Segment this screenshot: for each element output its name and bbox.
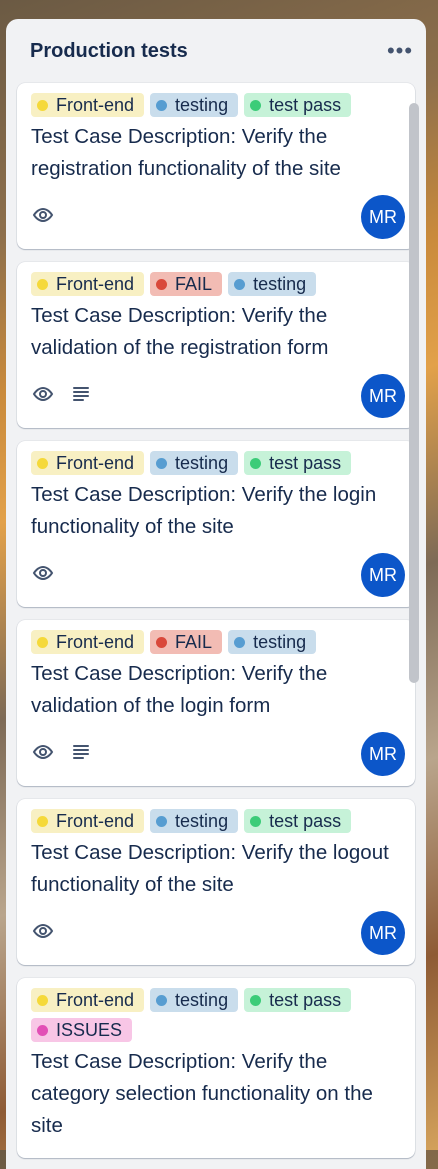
list-scrollbar[interactable]	[409, 103, 419, 683]
label-front-end[interactable]: Front-end	[31, 451, 145, 475]
label-text: testing	[175, 810, 229, 831]
label-color-dot	[156, 636, 168, 648]
label-testing[interactable]: testing	[150, 988, 239, 1012]
label-test-pass[interactable]: test pass	[244, 451, 352, 475]
list-header: Production tests •••	[6, 19, 426, 83]
label-text: test pass	[269, 810, 342, 831]
label-color-dot	[37, 994, 48, 1006]
card-labels: Front-end testing test pass	[31, 93, 403, 117]
label-testing[interactable]: testing	[228, 630, 317, 654]
label-color-dot	[250, 457, 262, 469]
card-badges	[31, 919, 55, 943]
label-text: Front-end	[56, 94, 135, 115]
label-color-dot	[37, 99, 48, 111]
list-title[interactable]: Production tests	[30, 40, 188, 63]
list-actions-button[interactable]: •••	[384, 35, 416, 67]
label-text: FAIL	[175, 273, 213, 294]
description-icon	[69, 740, 93, 764]
label-text: FAIL	[175, 631, 213, 652]
label-color-dot	[156, 994, 168, 1006]
label-color-dot	[156, 815, 168, 827]
card-labels: Front-end FAIL testing	[31, 630, 403, 654]
card-badges	[31, 382, 93, 406]
label-color-dot	[156, 278, 168, 290]
label-testing[interactable]: testing	[228, 272, 317, 296]
card-title[interactable]: Test Case Description: Verify the valida…	[31, 300, 399, 364]
label-fail[interactable]: FAIL	[150, 630, 223, 654]
label-front-end[interactable]: Front-end	[31, 272, 145, 296]
label-text: test pass	[269, 452, 342, 473]
member-avatar[interactable]: MR	[361, 374, 405, 418]
label-color-dot	[156, 457, 168, 469]
label-front-end[interactable]: Front-end	[31, 988, 145, 1012]
watching-eye-icon	[31, 203, 55, 227]
member-avatar[interactable]: MR	[361, 553, 405, 597]
label-front-end[interactable]: Front-end	[31, 809, 145, 833]
label-text: Front-end	[56, 273, 135, 294]
watching-eye-icon	[31, 382, 55, 406]
card[interactable]: Front-end FAIL testing Test Case Descriptio…	[17, 620, 415, 786]
label-test-pass[interactable]: test pass	[244, 988, 352, 1012]
label-text: testing	[175, 94, 229, 115]
label-test-pass[interactable]: test pass	[244, 93, 352, 117]
label-text: Front-end	[56, 452, 135, 473]
card[interactable]: Front-end testing test pass Test Case Descr…	[17, 441, 415, 607]
label-text: testing	[253, 631, 307, 652]
card-badges	[31, 203, 55, 227]
label-text: testing	[175, 989, 229, 1010]
card[interactable]: Front-end testing test pass ISSUES Test Case…	[17, 978, 415, 1158]
label-testing[interactable]: testing	[150, 451, 239, 475]
label-text: testing	[175, 452, 229, 473]
label-text: Front-end	[56, 810, 135, 831]
description-icon	[69, 382, 93, 406]
label-color-dot	[250, 815, 262, 827]
label-color-dot	[250, 994, 262, 1006]
label-color-dot	[234, 278, 246, 290]
label-test-pass[interactable]: test pass	[244, 809, 352, 833]
member-avatar[interactable]: MR	[361, 732, 405, 776]
watching-eye-icon	[31, 561, 55, 585]
label-text: test pass	[269, 94, 342, 115]
member-avatar[interactable]: MR	[361, 911, 405, 955]
label-color-dot	[37, 457, 48, 469]
label-color-dot	[156, 99, 168, 111]
card[interactable]: Front-end testing test pass Test Case Descr…	[17, 799, 415, 965]
label-text: Front-end	[56, 989, 135, 1010]
watching-eye-icon	[31, 740, 55, 764]
watching-eye-icon	[31, 919, 55, 943]
card-labels: Front-end FAIL testing	[31, 272, 403, 296]
label-text: test pass	[269, 989, 342, 1010]
label-testing[interactable]: testing	[150, 93, 239, 117]
card-badges	[31, 561, 55, 585]
card-labels: Front-end testing test pass	[31, 809, 403, 833]
card[interactable]: Front-end testing test pass Test Case Descr…	[17, 83, 415, 249]
card-labels: Front-end testing test pass ISSUES	[31, 988, 403, 1042]
card-labels: Front-end testing test pass	[31, 451, 403, 475]
label-color-dot	[37, 815, 48, 827]
label-front-end[interactable]: Front-end	[31, 630, 145, 654]
label-text: ISSUES	[56, 1019, 123, 1040]
label-color-dot	[37, 278, 48, 290]
label-color-dot	[250, 99, 262, 111]
label-text: Front-end	[56, 631, 135, 652]
card-title[interactable]: Test Case Description: Verify the catego…	[31, 1046, 399, 1142]
card[interactable]: Front-end FAIL testing Test Case Descriptio…	[17, 262, 415, 428]
card-title[interactable]: Test Case Description: Verify the valida…	[31, 658, 399, 722]
label-color-dot	[234, 636, 246, 648]
label-issues[interactable]: ISSUES	[31, 1018, 133, 1042]
label-front-end[interactable]: Front-end	[31, 93, 145, 117]
card-badges	[31, 740, 93, 764]
card-title[interactable]: Test Case Description: Verify the logout…	[31, 837, 399, 901]
label-testing[interactable]: testing	[150, 809, 239, 833]
label-color-dot	[37, 636, 48, 648]
list-column: Production tests ••• Front-end testing tes…	[6, 19, 426, 1169]
card-title[interactable]: Test Case Description: Verify the login …	[31, 479, 399, 543]
label-fail[interactable]: FAIL	[150, 272, 223, 296]
label-text: testing	[253, 273, 307, 294]
label-color-dot	[37, 1024, 48, 1036]
card-title[interactable]: Test Case Description: Verify the regist…	[31, 121, 399, 185]
member-avatar[interactable]: MR	[361, 195, 405, 239]
card-list: Front-end testing test pass Test Case Descr…	[17, 83, 415, 1169]
